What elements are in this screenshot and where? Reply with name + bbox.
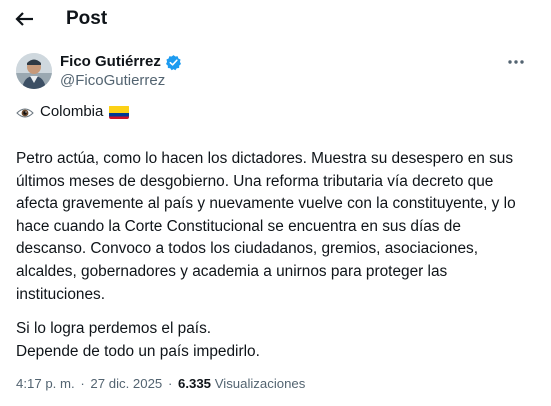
author-name-row[interactable]: Fico Gutiérrez [60,53,182,71]
page-title: Post [66,8,108,29]
post-text-line: Petro actúa, como lo hacen los dictadore… [16,150,514,167]
meta-separator: · [80,376,85,391]
post-text-line: Depende de todo un país impedirlo. [16,342,260,360]
post-body-paragraph-2: Si lo logra perdemos el país. Depende de… [16,318,536,363]
eye-emoji-icon [16,105,34,119]
back-button[interactable] [12,8,38,30]
post-text-line: descanso. Convoco a todos los ciudadanos… [16,240,478,258]
views-count[interactable]: 6.335 [178,376,211,391]
post-text-line: últimos meses de desgobierno. Una reform… [16,172,494,190]
location-text: Colombia [40,103,104,120]
views-label[interactable]: Visualizaciones [215,376,306,391]
colombia-flag-icon [109,105,130,119]
post-time[interactable]: 4:17 p. m. [16,376,75,391]
post-text-line: Si lo logra perdemos el país. [16,320,212,337]
avatar[interactable] [16,53,52,89]
avatar-photo [16,53,52,89]
verified-badge-icon[interactable] [165,54,182,71]
more-options-button[interactable] [504,52,528,72]
post-text-line: afecta gravemente al país y nuevamente v… [16,195,516,213]
post-meta: 4:17 p. m. · 27 dic. 2025 · 6.335 Visual… [16,375,305,393]
post-date[interactable]: 27 dic. 2025 [90,376,162,391]
arrow-left-icon [15,12,33,26]
post-body-paragraph-1: Petro actúa, como lo hacen los dictadore… [16,148,536,306]
more-dots-icon [508,60,524,64]
post-text-line: instituciones. [16,285,105,303]
meta-separator: · [167,376,173,391]
post-text-line: alcaldes, gobernadores y academia a unir… [16,262,448,280]
post-header: Post [0,0,551,40]
post-text-line: hace cuando la Corte Constitucional se e… [16,217,461,235]
post-first-line: Colombia [16,101,130,123]
author-handle[interactable]: @FicoGutierrez [60,72,165,90]
author-name[interactable]: Fico Gutiérrez [60,53,161,71]
